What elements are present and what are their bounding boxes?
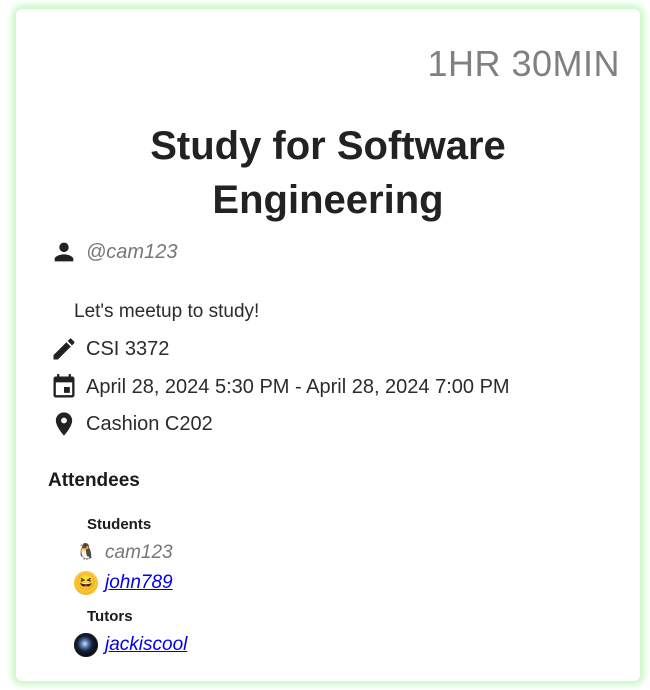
host-row: @cam123 [49, 237, 177, 267]
penguin-icon: 🐧 [74, 541, 98, 565]
attendee-profile-link[interactable]: john789 [105, 572, 173, 594]
laughing-emoji-avatar: 😆 [74, 571, 98, 595]
attendees-heading: Attendees [48, 470, 140, 491]
location-row: Cashion C202 [49, 409, 213, 439]
date-row: April 28, 2024 5:30 PM - April 28, 2024 … [49, 372, 510, 402]
tutors-heading: Tutors [87, 608, 133, 625]
attendee-tutor: jackiscool [74, 633, 187, 657]
event-title: Study for Software Engineering [150, 124, 506, 222]
attendee-name: cam123 [105, 542, 173, 563]
location-name: Cashion C202 [86, 412, 213, 435]
attendee-profile-link[interactable]: jackiscool [105, 634, 187, 656]
location-pin-icon [49, 409, 79, 439]
duration-label: 1HR 30MIN [427, 43, 620, 84]
students-heading: Students [87, 516, 152, 533]
pencil-icon [49, 334, 79, 364]
calendar-icon [49, 372, 79, 402]
event-description: Let's meetup to study! [74, 301, 260, 322]
course-row: CSI 3372 [49, 334, 169, 364]
date-range: April 28, 2024 5:30 PM - April 28, 2024 … [86, 375, 510, 398]
attendee-student: 🐧 cam123 [74, 541, 173, 565]
attendee-student: 😆 john789 [74, 571, 173, 595]
host-handle: @cam123 [86, 240, 178, 263]
course-code: CSI 3372 [86, 337, 170, 360]
event-card: 1HR 30MIN Study for Software Engineering… [16, 9, 640, 681]
photo-avatar [74, 633, 98, 657]
person-icon [49, 237, 79, 267]
